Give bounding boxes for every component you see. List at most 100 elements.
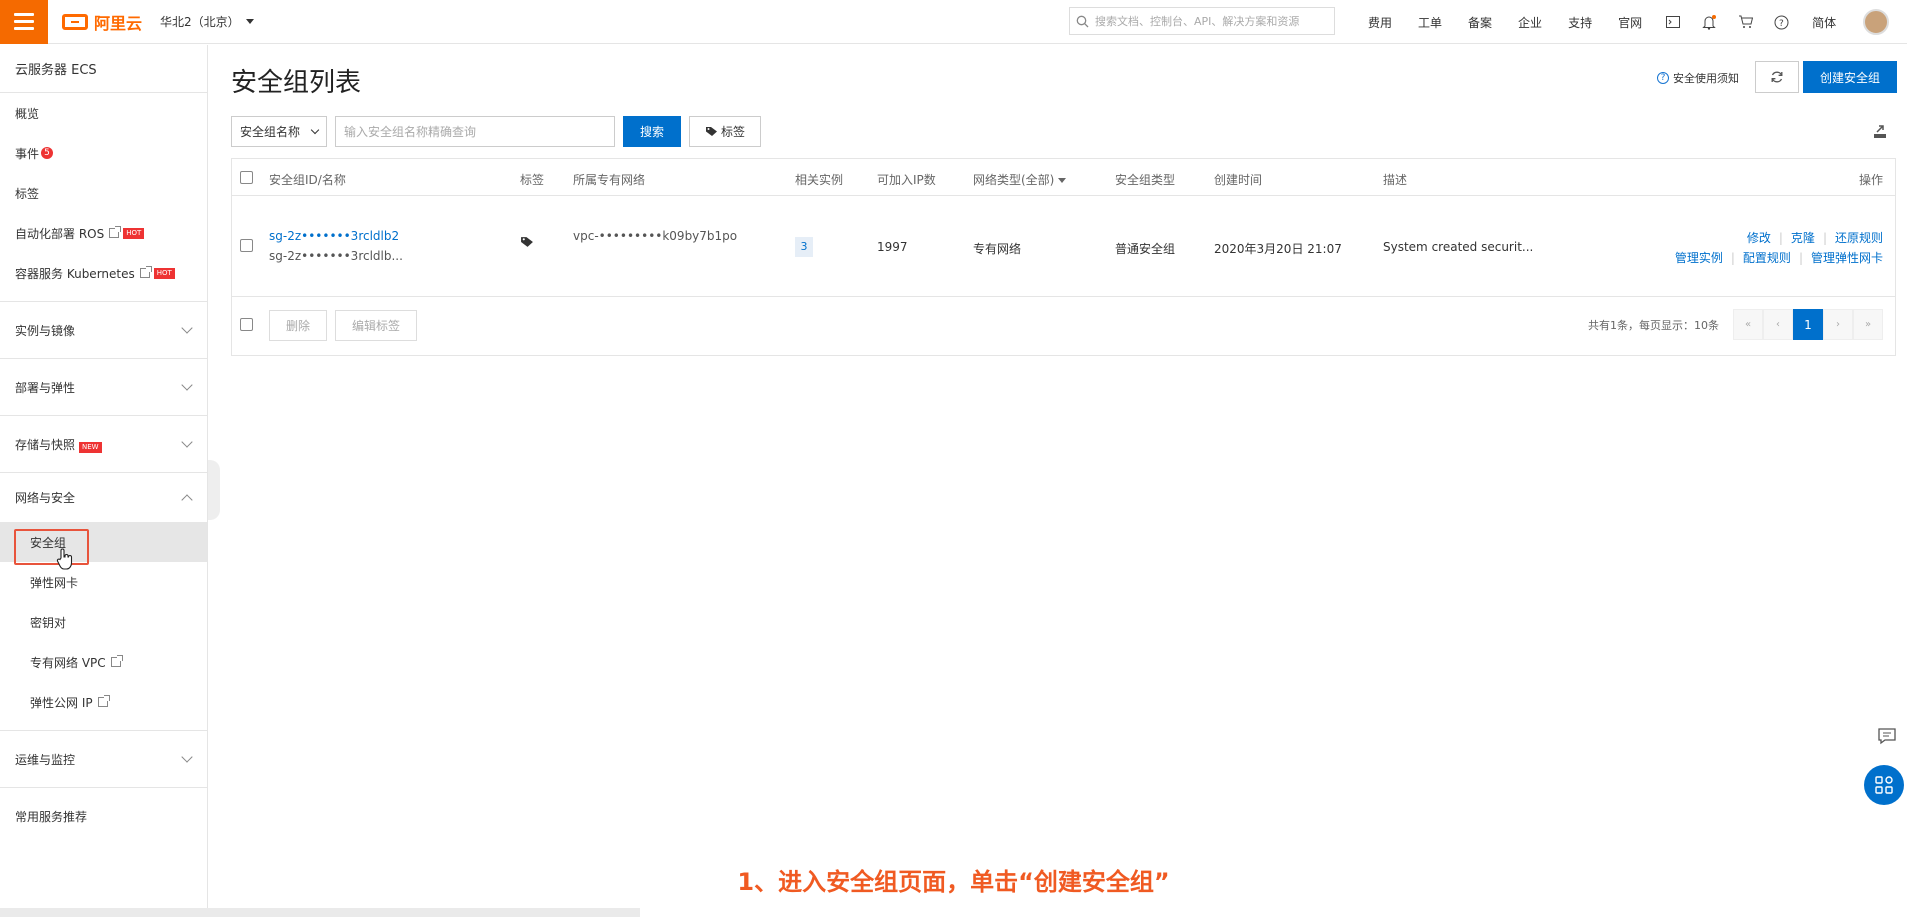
sidebar-group-network-security[interactable]: 网络与安全 xyxy=(0,472,207,522)
footer-select-all-checkbox[interactable] xyxy=(240,318,253,331)
tag-icon xyxy=(705,127,717,136)
security-group-id-link[interactable]: sg-2z•••••••3rcldlb2 xyxy=(269,229,399,243)
nav-tickets[interactable]: 工单 xyxy=(1405,14,1455,31)
security-group-name: sg-2z•••••••3rcldlb... xyxy=(269,249,403,263)
col-header-vpc: 所属专有网络 xyxy=(573,173,646,187)
create-security-group-button[interactable]: 创建安全组 xyxy=(1803,61,1897,93)
sidebar-group-deployment[interactable]: 部署与弹性 xyxy=(0,358,207,415)
security-group-type: 普通安全组 xyxy=(1115,242,1176,256)
terminal-icon[interactable] xyxy=(1663,12,1683,32)
external-link-icon xyxy=(109,226,122,238)
aliyun-logo[interactable]: 阿里云 xyxy=(62,10,142,34)
sidebar-group-instances-images[interactable]: 实例与镜像 xyxy=(0,301,207,358)
region-selector[interactable]: 华北2（北京） xyxy=(160,13,254,30)
sidebar-item-eni[interactable]: 弹性网卡 xyxy=(0,562,207,602)
tag-filter-button[interactable]: 标签 xyxy=(689,116,761,147)
global-search-input[interactable]: 搜索文档、控制台、API、解决方案和资源 xyxy=(1069,7,1335,35)
sidebar-item-vpc[interactable]: 专有网络 VPC xyxy=(0,642,207,682)
security-group-table: 安全组ID/名称 标签 所属专有网络 相关实例 可加入IP数 网络类型(全部) … xyxy=(231,158,1896,356)
modify-link[interactable]: 修改 xyxy=(1747,231,1771,245)
export-icon[interactable] xyxy=(1866,118,1894,146)
cart-icon[interactable] xyxy=(1735,12,1755,32)
sidebar-group-recommended[interactable]: 常用服务推荐 xyxy=(0,787,207,844)
select-value: 安全组名称 xyxy=(240,125,301,139)
bell-icon[interactable] xyxy=(1699,12,1719,32)
sidebar-group-label: 运维与监控 xyxy=(15,752,76,767)
help-circle-icon: ? xyxy=(1657,72,1669,84)
sidebar-group-storage[interactable]: 存储与快照 NEW xyxy=(0,415,207,472)
refresh-button[interactable] xyxy=(1755,61,1799,93)
col-header-id-name: 安全组ID/名称 xyxy=(269,173,346,187)
chevron-down-icon xyxy=(181,379,193,391)
sidebar-group-label: 部署与弹性 xyxy=(15,380,76,395)
sidebar-item-keypair[interactable]: 密钥对 xyxy=(0,602,207,642)
search-field-select[interactable]: 安全组名称 xyxy=(231,116,327,147)
vpc-id: vpc-•••••••••k09by7b1po xyxy=(573,229,738,243)
sidebar-group-ops-monitoring[interactable]: 运维与监控 xyxy=(0,730,207,787)
sidebar-collapse-handle[interactable] xyxy=(208,460,220,520)
last-page-button[interactable]: » xyxy=(1853,309,1883,340)
pagination: 共有1条，每页显示：10条 « ‹ 1 › » xyxy=(1588,309,1883,340)
row-actions-line1: 修改 | 克隆 | 还原规则 xyxy=(1747,229,1883,246)
sidebar-item-overview[interactable]: 概览 xyxy=(0,93,207,133)
chevron-down-icon xyxy=(181,751,193,763)
sidebar-title: 云服务器 ECS xyxy=(0,45,207,93)
manage-instances-link[interactable]: 管理实例 xyxy=(1675,251,1723,265)
chevron-down-icon xyxy=(181,322,193,334)
security-notice-link[interactable]: ? 安全使用须知 xyxy=(1657,70,1739,86)
sidebar-item-kubernetes[interactable]: 容器服务 Kubernetes HOT xyxy=(0,253,207,293)
select-all-checkbox[interactable] xyxy=(240,171,253,184)
sidebar: 云服务器 ECS 概览 事件 5 标签 自动化部署 ROS HOT 容器服务 Kub… xyxy=(0,45,208,917)
next-page-button[interactable]: › xyxy=(1823,309,1853,340)
sidebar-item-eip[interactable]: 弹性公网 IP xyxy=(0,682,207,722)
search-button[interactable]: 搜索 xyxy=(623,116,681,147)
sidebar-item-label: 事件 xyxy=(15,146,40,161)
nav-support[interactable]: 支持 xyxy=(1555,14,1605,31)
nav-icp[interactable]: 备案 xyxy=(1455,14,1505,31)
instance-count-link[interactable]: 3 xyxy=(795,237,813,257)
separator: | xyxy=(1798,251,1803,265)
pagination-summary: 共有1条，每页显示：10条 xyxy=(1588,318,1719,332)
first-page-button[interactable]: « xyxy=(1733,309,1763,340)
col-header-sg-type: 安全组类型 xyxy=(1115,173,1176,187)
col-header-created: 创建时间 xyxy=(1214,173,1263,187)
chevron-down-icon xyxy=(310,125,320,135)
menu-icon[interactable] xyxy=(0,0,48,44)
sidebar-item-tags[interactable]: 标签 xyxy=(0,173,207,213)
external-link-icon xyxy=(97,695,110,707)
separator: | xyxy=(1730,251,1735,265)
sidebar-item-label: 自动化部署 ROS xyxy=(15,226,105,241)
feedback-icon[interactable] xyxy=(1869,718,1905,754)
nav-fees[interactable]: 费用 xyxy=(1355,14,1405,31)
prev-page-button[interactable]: ‹ xyxy=(1763,309,1793,340)
clone-link[interactable]: 克隆 xyxy=(1791,231,1815,245)
user-avatar[interactable] xyxy=(1863,9,1890,35)
help-icon[interactable]: ? xyxy=(1771,12,1791,32)
events-count-badge: 5 xyxy=(41,147,54,159)
sidebar-item-label: 标签 xyxy=(15,186,40,201)
nav-official-site[interactable]: 官网 xyxy=(1605,14,1655,31)
apps-grid-icon[interactable] xyxy=(1864,765,1904,805)
delete-button[interactable]: 删除 xyxy=(269,310,327,341)
tag-icon[interactable] xyxy=(520,236,534,251)
row-checkbox[interactable] xyxy=(240,239,253,252)
hot-tag: HOT xyxy=(123,227,145,239)
col-header-description: 描述 xyxy=(1383,173,1408,187)
nav-enterprise[interactable]: 企业 xyxy=(1505,14,1555,31)
sidebar-item-ros[interactable]: 自动化部署 ROS HOT xyxy=(0,213,207,253)
restore-rules-link[interactable]: 还原规则 xyxy=(1835,231,1883,245)
aliyun-logo-mark xyxy=(62,13,88,30)
col-header-network-type[interactable]: 网络类型(全部) xyxy=(973,171,1067,188)
configure-rules-link[interactable]: 配置规则 xyxy=(1743,251,1791,265)
sidebar-item-label: 概览 xyxy=(15,106,40,121)
page-number-current[interactable]: 1 xyxy=(1793,309,1823,340)
edit-tags-button[interactable]: 编辑标签 xyxy=(335,310,417,341)
separator: | xyxy=(1778,231,1783,245)
description: System created securit... xyxy=(1383,240,1534,254)
security-group-name-input[interactable]: 输入安全组名称精确查询 xyxy=(335,116,615,147)
sidebar-item-events[interactable]: 事件 5 xyxy=(0,133,207,173)
sidebar-group-label: 存储与快照 xyxy=(15,437,76,452)
manage-eni-link[interactable]: 管理弹性网卡 xyxy=(1811,251,1883,265)
language-switch[interactable]: 简体 xyxy=(1799,14,1849,31)
sidebar-group-label: 实例与镜像 xyxy=(15,323,76,338)
